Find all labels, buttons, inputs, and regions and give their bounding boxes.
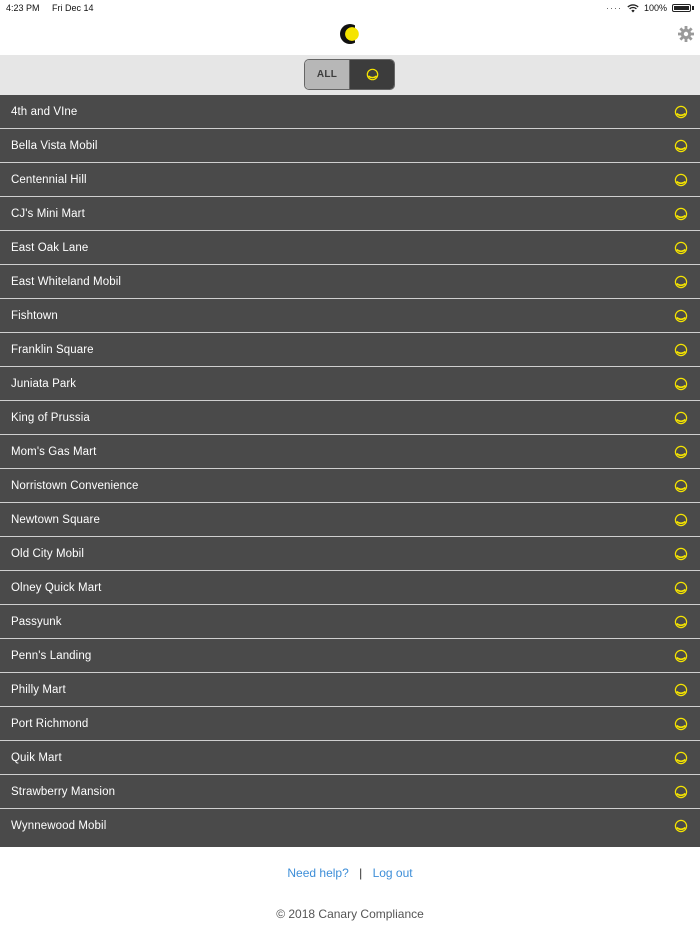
store-name: Strawberry Mansion	[11, 785, 116, 798]
store-name: Bella Vista Mobil	[11, 139, 98, 152]
store-row[interactable]: Mom's Gas Mart	[0, 435, 700, 469]
store-row[interactable]: Philly Mart	[0, 673, 700, 707]
filter-canary-segment[interactable]	[350, 60, 394, 89]
store-row[interactable]: Port Richmond	[0, 707, 700, 741]
canary-ring-icon	[674, 479, 688, 492]
store-name: Wynnewood Mobil	[11, 819, 107, 832]
store-name: Penn's Landing	[11, 649, 92, 662]
status-left: 4:23 PM Fri Dec 14	[6, 3, 104, 13]
canary-ring-icon	[674, 581, 688, 594]
wifi-icon	[627, 3, 639, 12]
canary-ring-icon	[674, 683, 688, 696]
canary-ring-icon	[674, 445, 688, 458]
canary-ring-icon	[674, 785, 688, 798]
store-name: Philly Mart	[11, 683, 66, 696]
canary-ring-icon	[674, 377, 688, 390]
filter-bar: ALL	[0, 55, 700, 95]
canary-ring-icon	[674, 751, 688, 764]
store-name: 4th and VIne	[11, 105, 78, 118]
store-name: Mom's Gas Mart	[11, 445, 97, 458]
canary-ring-icon	[674, 207, 688, 220]
store-name: East Oak Lane	[11, 241, 89, 254]
gear-icon[interactable]	[678, 26, 694, 42]
store-row[interactable]: Newtown Square	[0, 503, 700, 537]
store-row[interactable]: Wynnewood Mobil	[0, 809, 700, 842]
store-row[interactable]: 4th and VIne	[0, 95, 700, 129]
store-row[interactable]: Franklin Square	[0, 333, 700, 367]
canary-logo-icon	[340, 23, 361, 45]
canary-ring-icon	[674, 819, 688, 832]
canary-ring-icon	[366, 68, 378, 81]
battery-nub	[692, 6, 694, 10]
store-name: King of Prussia	[11, 411, 90, 424]
store-row[interactable]: Olney Quick Mart	[0, 571, 700, 605]
store-list: 4th and VIne Bella Vista Mobil Centennial …	[0, 95, 700, 847]
store-name: Passyunk	[11, 615, 62, 628]
status-time: 4:23 PM	[6, 3, 40, 13]
store-name: Norristown Convenience	[11, 479, 139, 492]
cellular-signal-icon: ····	[605, 3, 622, 13]
canary-ring-icon	[674, 513, 688, 526]
store-name: CJ's Mini Mart	[11, 207, 85, 220]
need-help-link[interactable]: Need help?	[287, 866, 348, 880]
canary-ring-icon	[674, 649, 688, 662]
store-row[interactable]: Penn's Landing	[0, 639, 700, 673]
canary-ring-icon	[674, 343, 688, 356]
status-right: ···· 100%	[606, 3, 694, 13]
store-row[interactable]: Juniata Park	[0, 367, 700, 401]
canary-ring-icon	[674, 547, 688, 560]
canary-ring-icon	[674, 615, 688, 628]
status-date: Fri Dec 14	[52, 3, 94, 13]
store-name: East Whiteland Mobil	[11, 275, 122, 288]
store-name: Juniata Park	[11, 377, 77, 390]
store-name: Quik Mart	[11, 751, 62, 764]
copyright-text: © 2018 Canary Compliance	[276, 907, 424, 921]
battery-icon	[672, 4, 691, 12]
store-row[interactable]: Strawberry Mansion	[0, 775, 700, 809]
nav-bar	[0, 16, 700, 55]
store-row[interactable]: Quik Mart	[0, 741, 700, 775]
status-bar: 4:23 PM Fri Dec 14 ···· 100%	[0, 0, 700, 16]
footer-separator: |	[359, 866, 363, 880]
store-name: Port Richmond	[11, 717, 89, 730]
store-row[interactable]: Passyunk	[0, 605, 700, 639]
canary-ring-icon	[674, 309, 688, 322]
filter-all-segment[interactable]: ALL	[305, 60, 350, 89]
canary-ring-icon	[674, 717, 688, 730]
store-name: Centennial Hill	[11, 173, 87, 186]
store-row[interactable]: Centennial Hill	[0, 163, 700, 197]
canary-ring-icon	[674, 411, 688, 424]
store-row[interactable]: Old City Mobil	[0, 537, 700, 571]
store-row[interactable]: Norristown Convenience	[0, 469, 700, 503]
store-name: Old City Mobil	[11, 547, 84, 560]
log-out-link[interactable]: Log out	[373, 866, 413, 880]
canary-ring-icon	[674, 241, 688, 254]
footer-links: Need help? | Log out	[0, 866, 700, 880]
store-name: Franklin Square	[11, 343, 94, 356]
canary-ring-icon	[674, 105, 688, 118]
store-name: Newtown Square	[11, 513, 100, 526]
store-row[interactable]: East Oak Lane	[0, 231, 700, 265]
store-row[interactable]: King of Prussia	[0, 401, 700, 435]
store-row[interactable]: East Whiteland Mobil	[0, 265, 700, 299]
store-row[interactable]: CJ's Mini Mart	[0, 197, 700, 231]
canary-ring-icon	[674, 139, 688, 152]
store-row[interactable]: Bella Vista Mobil	[0, 129, 700, 163]
store-name: Fishtown	[11, 309, 58, 322]
canary-ring-icon	[674, 173, 688, 186]
battery-percent: 100%	[643, 3, 667, 13]
store-row[interactable]: Fishtown	[0, 299, 700, 333]
filter-segmented-control: ALL	[304, 59, 395, 90]
canary-ring-icon	[674, 275, 688, 288]
store-name: Olney Quick Mart	[11, 581, 102, 594]
